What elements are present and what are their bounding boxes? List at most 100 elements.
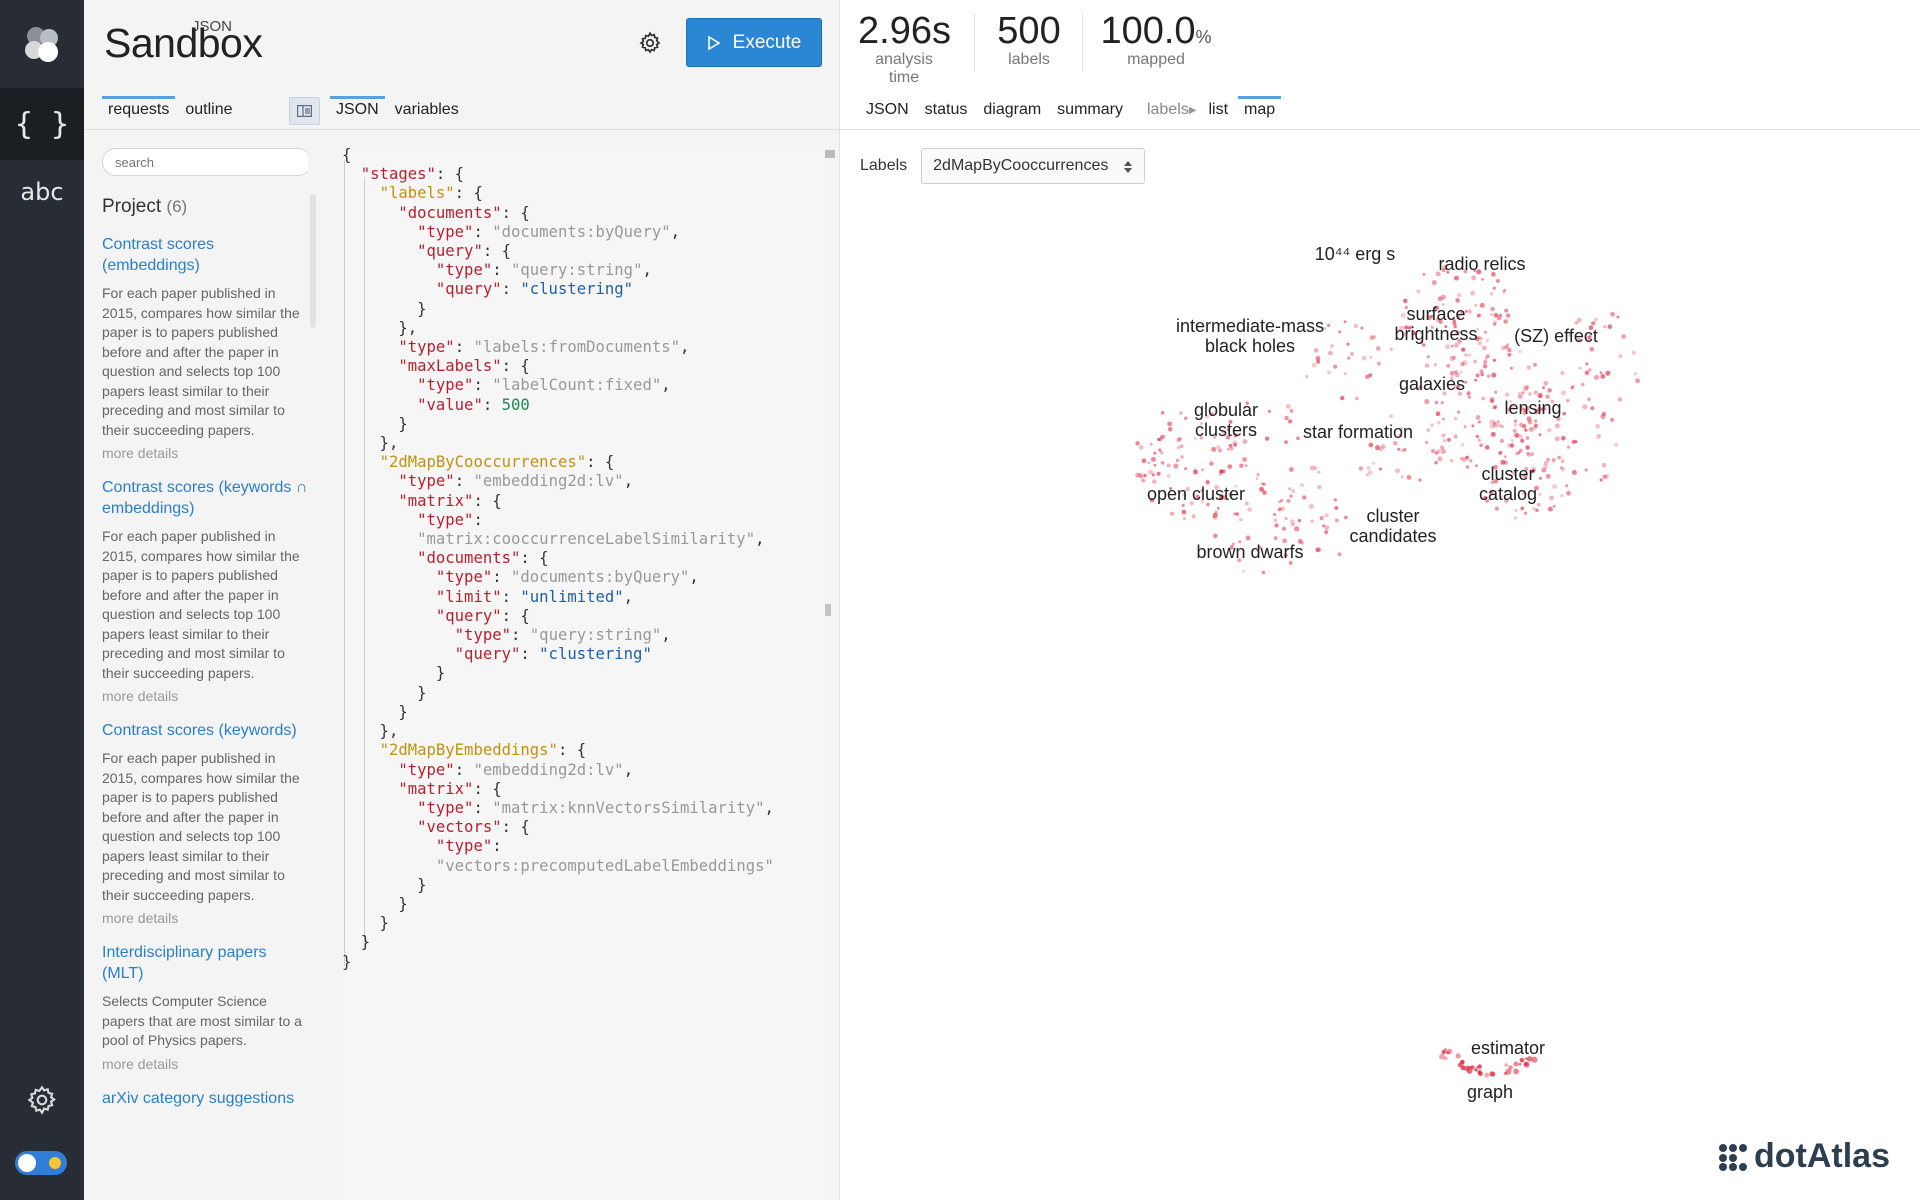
more-details-link[interactable]: more details [102, 910, 308, 926]
map-point [1504, 1063, 1508, 1067]
request-item[interactable]: Interdisciplinary papers (MLT) Selects Co… [102, 942, 308, 1072]
map-label[interactable]: radio relics [1438, 254, 1525, 274]
code-token: } [342, 683, 427, 702]
request-title-link[interactable]: arXiv category suggestions [102, 1088, 308, 1109]
gear-icon[interactable] [26, 1084, 58, 1116]
panel-toggle-button[interactable] [289, 97, 320, 125]
labels-section-label: labels▶ [1133, 96, 1199, 125]
map-point [1514, 432, 1520, 438]
more-details-link[interactable]: more details [102, 445, 308, 461]
json-mode-button[interactable]: { } [0, 88, 84, 160]
tab-json[interactable]: JSON [330, 96, 385, 130]
tab-labels-list[interactable]: list [1202, 96, 1234, 125]
text-mode-button[interactable]: abc [0, 156, 84, 228]
request-description: For each paper published in 2015, compar… [102, 285, 300, 438]
execute-button[interactable]: Execute [686, 18, 822, 67]
map-label[interactable]: graph [1467, 1082, 1513, 1102]
code-token: "vectors:precomputedLabelEmbeddings" [435, 856, 774, 875]
code-token: , [755, 530, 765, 549]
code-token: "query" [417, 242, 483, 261]
map-label[interactable]: intermediate-mass black holes [1176, 316, 1324, 356]
map-point [1456, 292, 1462, 298]
json-editor[interactable]: { "stages": { "labels": { "documents": {… [342, 146, 826, 1200]
map-point [1466, 391, 1471, 396]
tab-requests[interactable]: requests [102, 96, 176, 130]
code-token: } [342, 875, 427, 894]
request-item[interactable]: arXiv category suggestions [102, 1088, 308, 1109]
map-point [1308, 503, 1314, 509]
map-point [1475, 464, 1478, 468]
map-point [1288, 419, 1293, 424]
tab-variables[interactable]: variables [389, 96, 465, 130]
request-item[interactable]: Contrast scores (keywords) For each paper… [102, 720, 308, 926]
code-line: }, [342, 722, 774, 741]
map-point [1474, 1068, 1478, 1072]
request-item[interactable]: Contrast scores (keywords ∩ embeddings) F… [102, 477, 308, 704]
code-token: "type" [417, 510, 474, 529]
request-title-link[interactable]: Contrast scores (keywords ∩ embeddings) [102, 477, 308, 519]
label-map[interactable]: 10⁴⁴ erg s radio relics intermediate-mass b… [840, 200, 1920, 1190]
map-point [1139, 475, 1144, 480]
map-point [1510, 439, 1514, 442]
map-label[interactable]: cluster catalog [1479, 464, 1537, 504]
map-label[interactable]: estimator [1471, 1038, 1545, 1058]
map-label[interactable]: globular clusters [1194, 400, 1258, 440]
map-point [1459, 1060, 1464, 1065]
map-label[interactable]: 10⁴⁴ erg s [1315, 244, 1396, 264]
map-point [1542, 386, 1545, 389]
map-point [1528, 427, 1534, 432]
map-point [1170, 511, 1175, 516]
map-label[interactable]: surface brightness [1394, 304, 1477, 344]
map-point [1424, 363, 1430, 368]
request-title-link[interactable]: Contrast scores (keywords) [102, 720, 308, 741]
more-details-link[interactable]: more details [102, 1056, 308, 1072]
request-title-link[interactable]: Interdisciplinary papers (MLT) [102, 942, 308, 984]
map-point [1506, 313, 1511, 318]
request-item[interactable]: Contrast scores (embeddings) For each pap… [102, 234, 308, 461]
request-title-link[interactable]: Contrast scores (embeddings) [102, 234, 308, 276]
map-point [1440, 401, 1444, 405]
stat-label: analysis time [875, 51, 933, 86]
map-point [1141, 478, 1146, 483]
map-point [1513, 423, 1518, 427]
map-point [1184, 416, 1188, 420]
map-point [1545, 473, 1551, 479]
tab-diagram[interactable]: diagram [977, 96, 1047, 125]
tab-status[interactable]: status [919, 96, 974, 125]
theme-toggle[interactable] [15, 1151, 67, 1175]
editor-panel: JSON Sandbox Execute requests outline JS… [84, 0, 840, 1200]
code-token: "type" [435, 837, 493, 856]
tab-summary[interactable]: summary [1051, 96, 1129, 125]
editor-scroll-top[interactable] [825, 150, 835, 158]
map-point [1547, 428, 1552, 433]
map-label[interactable]: star formation [1303, 422, 1413, 442]
settings-gear-icon[interactable] [637, 30, 663, 56]
map-point [1343, 320, 1347, 323]
map-label[interactable]: brown dwarfs [1196, 542, 1303, 562]
map-point [1520, 438, 1525, 443]
tab-labels-map[interactable]: map [1238, 96, 1282, 125]
map-point [1242, 457, 1248, 462]
more-details-link[interactable]: more details [102, 688, 308, 704]
map-point [1580, 382, 1585, 387]
map-label[interactable]: cluster candidates [1349, 506, 1436, 546]
tab-result-json[interactable]: JSON [860, 96, 915, 125]
map-point [1446, 363, 1451, 368]
code-line: } [342, 953, 774, 972]
map-point [1471, 275, 1477, 281]
tab-outline[interactable]: outline [179, 96, 238, 130]
map-label[interactable]: open cluster [1147, 484, 1245, 504]
map-point [1333, 364, 1338, 369]
map-label[interactable]: lensing [1504, 398, 1561, 418]
search-input[interactable] [102, 148, 308, 176]
labels-select[interactable]: 2dMapByCooccurrences [921, 148, 1146, 184]
map-label[interactable]: (SZ) effect [1514, 326, 1598, 346]
map-point [1149, 442, 1153, 446]
requests-scrollbar[interactable] [310, 194, 316, 328]
map-label[interactable]: galaxies [1399, 374, 1465, 394]
map-point [1181, 509, 1187, 515]
editor-resize-handle[interactable] [825, 604, 831, 616]
